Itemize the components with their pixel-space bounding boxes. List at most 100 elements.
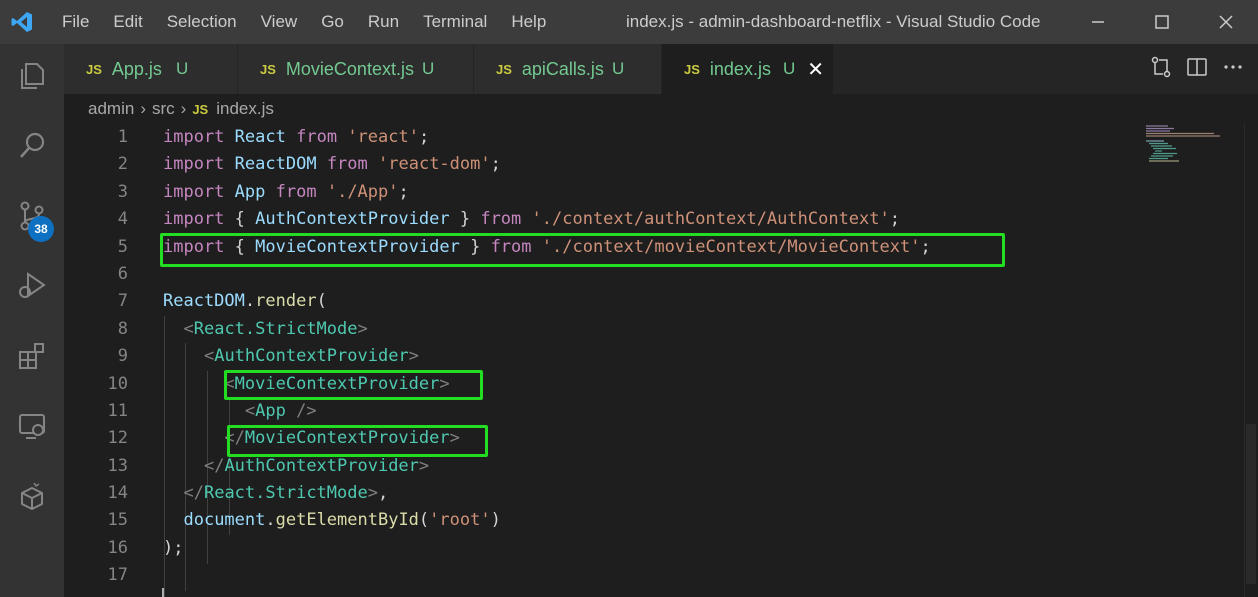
close-tab-icon[interactable]: ✕ [807,57,824,82]
code-token: > [367,483,378,504]
explorer-icon[interactable] [0,48,64,104]
code-line[interactable]: ); [163,535,1163,562]
menu-edit[interactable]: Edit [101,0,154,44]
line-number: 11 [107,400,128,421]
menu-terminal[interactable]: Terminal [411,0,499,44]
title-bar: File Edit Selection View Go Run Terminal… [0,0,1258,44]
breadcrumb-admin[interactable]: admin [88,99,134,119]
code-token: ( [316,291,327,312]
maximize-button[interactable] [1130,0,1194,44]
menu-help[interactable]: Help [499,0,558,44]
code-token: AuthContextProvider [224,455,419,476]
code-token: App [255,400,286,421]
source-control-badge: 38 [28,216,54,242]
code-token: 'react-dom' [378,154,491,175]
code-token: './App' [326,181,399,202]
minimize-button[interactable] [1066,0,1130,44]
menu-bar: File Edit Selection View Go Run Terminal… [50,0,558,44]
code-line[interactable]: </React.StrictMode>, [163,480,1163,507]
code-token: < [183,318,194,339]
code-line[interactable] [163,562,1163,589]
window-controls [1066,0,1258,44]
code-line[interactable]: import ReactDOM from 'react-dom'; [163,151,1163,178]
code-token: React [234,127,286,147]
highlight-box-open-tag [224,370,483,400]
line-number: 1 [117,127,128,147]
code-line[interactable]: ReactDOM.render( [163,288,1163,315]
code-token: , [377,483,389,504]
tab-apicalls-js[interactable]: JS apiCalls.js U [474,44,662,94]
code-token: AuthContextProvider [214,346,409,367]
highlight-box-close-tag [227,425,488,457]
breadcrumb-src[interactable]: src [152,99,175,119]
vertical-scrollbar[interactable] [1244,124,1258,597]
code-token: > [357,318,368,339]
code-line[interactable]: <AuthContextProvider> [163,343,1163,370]
tab-app-js[interactable]: JS App.js U [64,44,238,94]
highlight-box-import [160,233,1005,267]
line-number: 17 [107,565,128,586]
code-token: render [255,291,317,312]
line-number: 2 [117,154,128,175]
menu-file[interactable]: File [50,0,101,44]
remote-explorer-icon[interactable] [0,398,64,454]
menu-run[interactable]: Run [356,0,411,44]
close-window-button[interactable] [1194,0,1258,44]
code-lines: import React from 'react'; import ReactDO… [163,124,1163,590]
search-icon[interactable] [0,118,64,174]
minimap[interactable] [1146,124,1226,164]
code-line[interactable]: <App /> [163,398,1163,425]
docker-icon[interactable] [0,468,64,524]
menu-view[interactable]: View [249,0,310,44]
menu-go[interactable]: Go [309,0,356,44]
code-line[interactable]: <React.StrictMode> [163,316,1163,343]
code-token: < [203,346,215,367]
more-actions-icon[interactable] [1222,56,1244,82]
tab-index-js[interactable]: JS index.js U ✕ [662,44,834,94]
breadcrumb-file[interactable]: index.js [216,99,274,119]
code-token: > [408,346,419,367]
untracked-badge: U [782,59,796,78]
editor-tab-bar: JS App.js U JS MovieContext.js U JS apiC… [64,44,1258,94]
untracked-badge: U [175,59,189,78]
tab-moviecontext-js[interactable]: JS MovieContext.js U [238,44,474,94]
open-changes-icon[interactable] [1150,56,1172,82]
line-number: 3 [117,181,128,202]
code-token: import [163,209,225,230]
code-token: ; [889,209,901,230]
run-debug-icon[interactable] [0,258,64,314]
line-number: 10 [107,373,128,394]
close-icon [1219,15,1233,29]
js-file-icon: JS [86,61,102,77]
tab-label: apiCalls.js [521,58,604,79]
code-line[interactable]: document.getElementById('root') [163,507,1163,534]
menu-selection[interactable]: Selection [155,0,249,44]
split-editor-icon[interactable] [1186,56,1208,82]
untracked-badge: U [611,59,625,78]
code-token: ReactDOM [234,154,317,175]
minimize-icon [1092,21,1104,23]
code-editor[interactable]: 1 2 3 4 5 6 7 8 9 10 11 12 13 14 15 16 17 import React f… [64,124,1258,597]
tab-label: MovieContext.js [285,58,414,79]
line-number: 16 [107,537,128,558]
code-line[interactable]: import { AuthContextProvider } from './c… [163,206,1163,233]
code-line[interactable]: import App from './App'; [163,179,1163,206]
extensions-icon[interactable] [0,328,64,384]
code-token: </ [183,483,204,504]
code-line[interactable]: import React from 'react'; [163,124,1163,151]
js-file-icon: JS [260,61,276,77]
scrollbar-thumb[interactable] [1246,424,1256,584]
code-token: { [224,209,256,230]
untracked-badge: U [421,59,435,78]
code-token: import [163,127,225,147]
code-token: ; [490,154,501,175]
